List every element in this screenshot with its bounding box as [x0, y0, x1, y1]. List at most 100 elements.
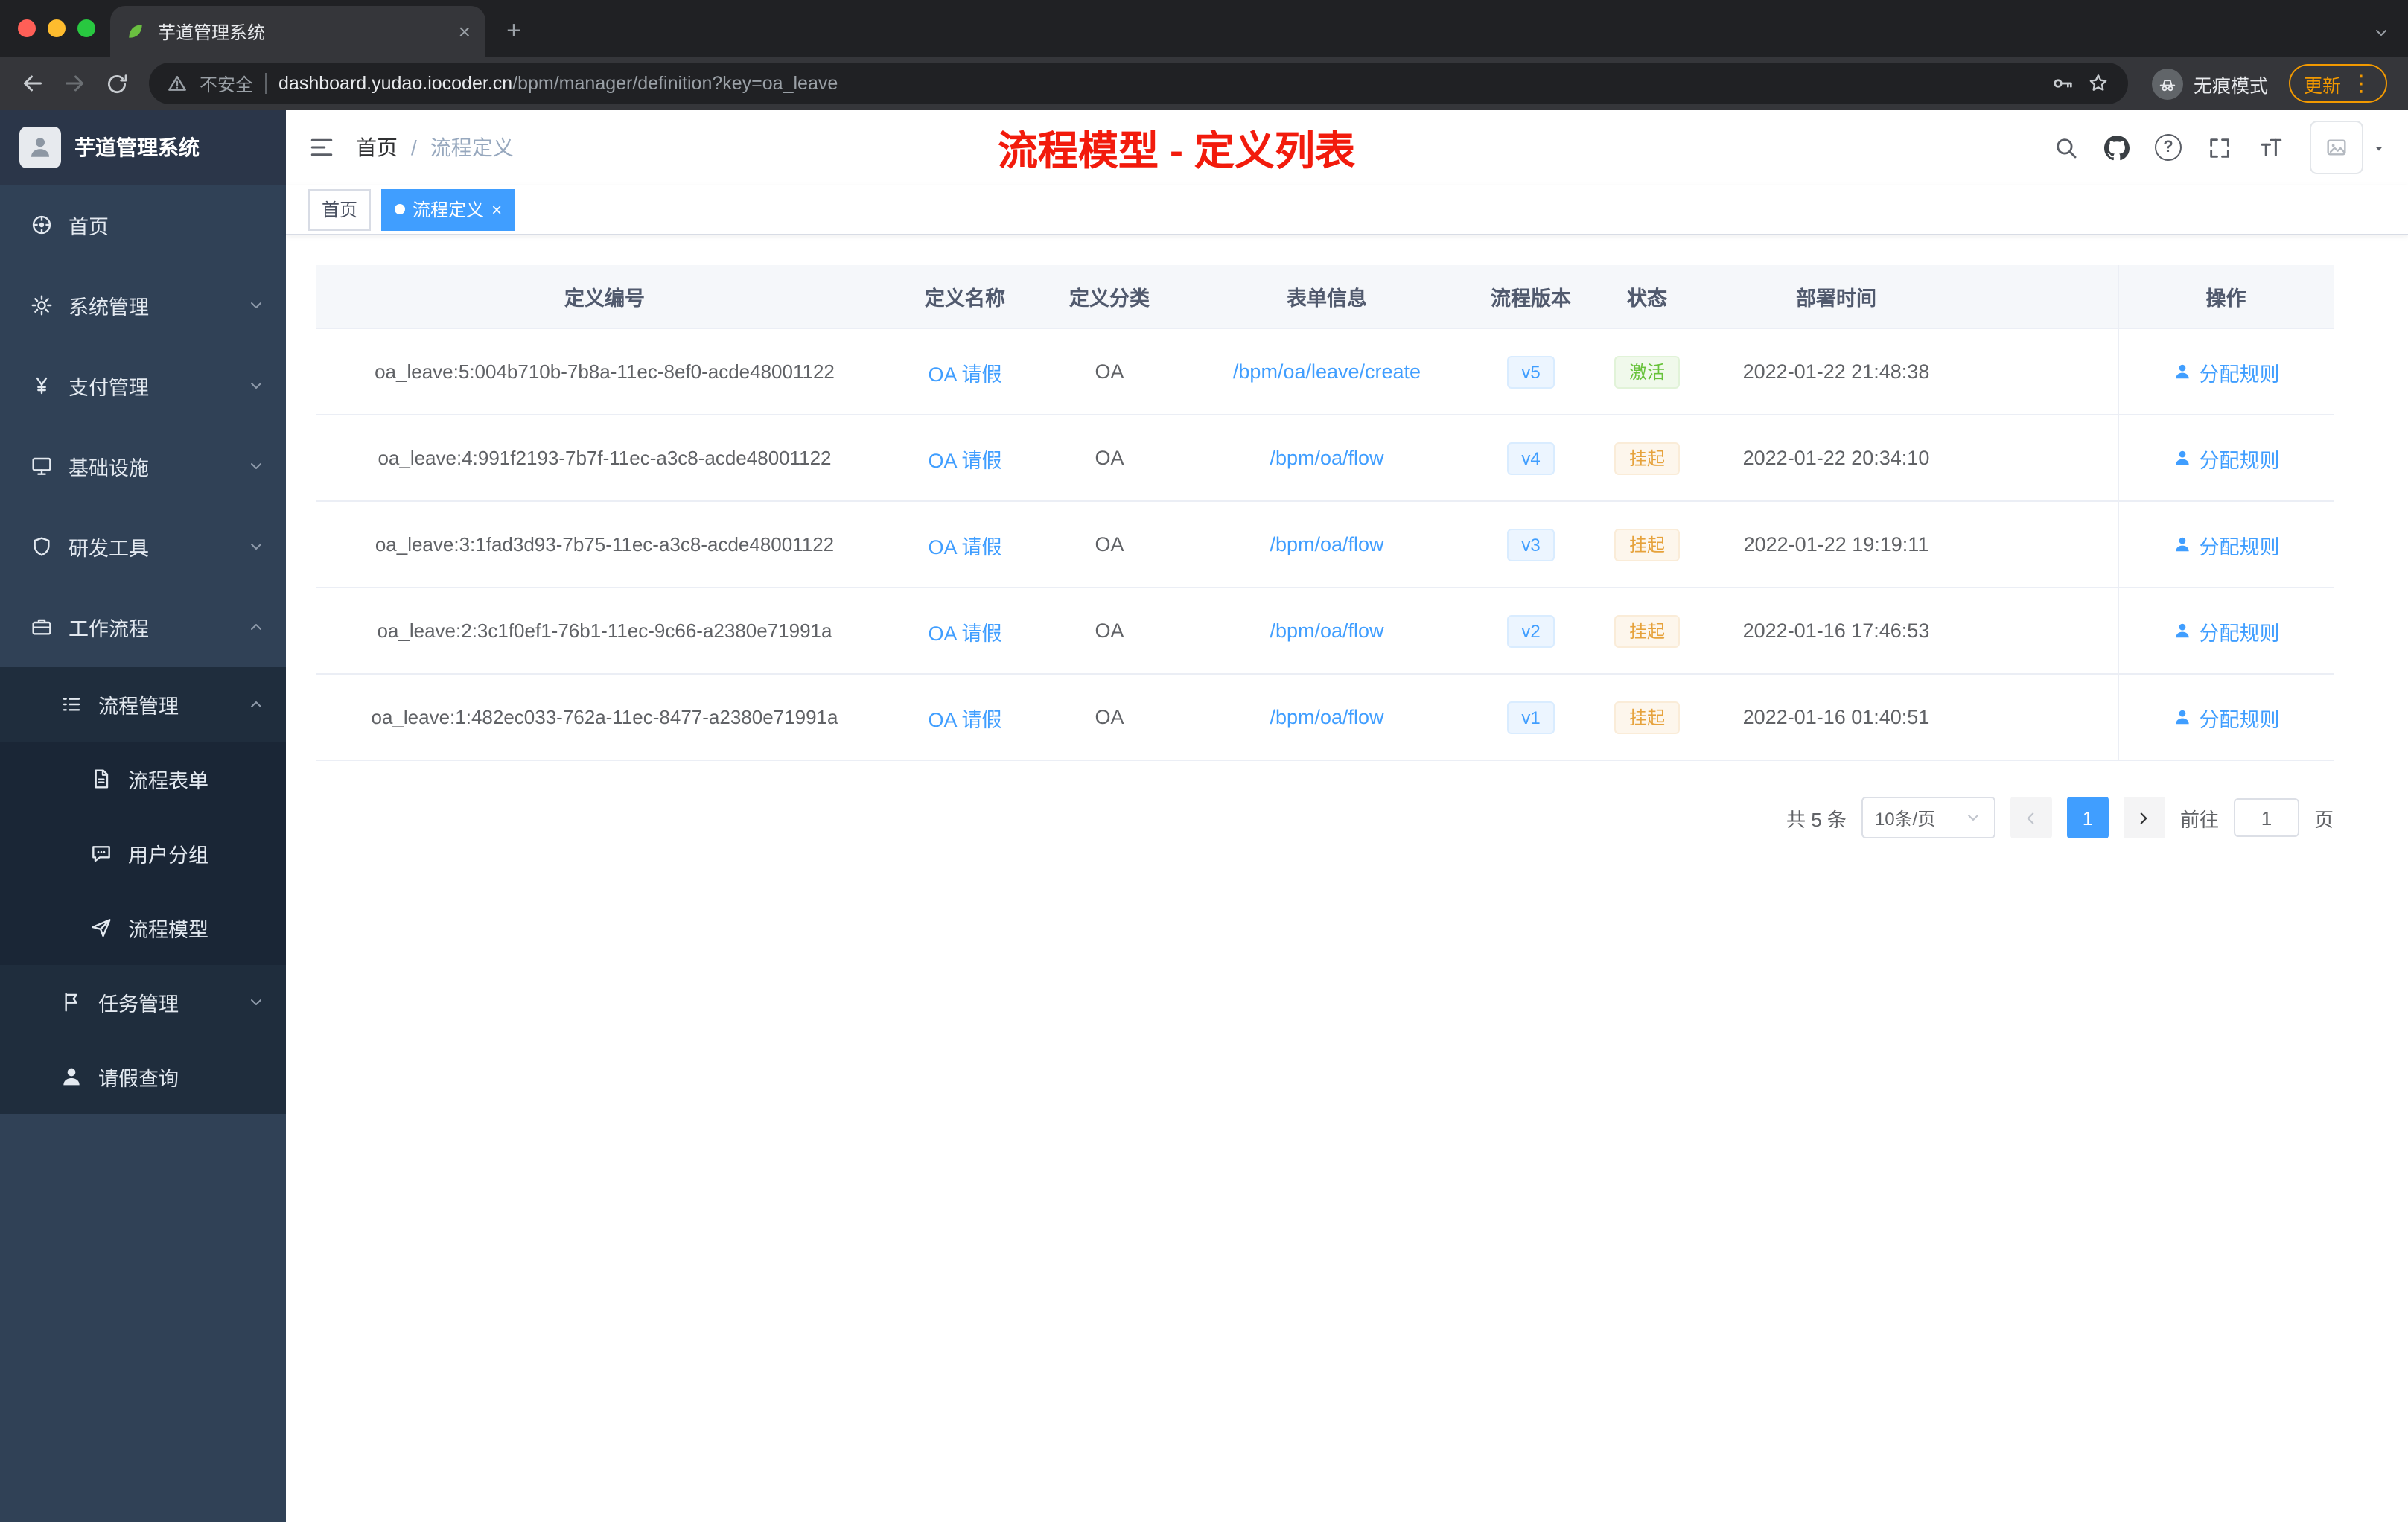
update-label: 更新 — [2303, 75, 2341, 96]
sidebar-item-label: 用户分组 — [128, 844, 208, 867]
definition-name-link[interactable]: OA 请假 — [928, 535, 1001, 558]
tag-home[interactable]: 首页 — [308, 188, 372, 230]
process-version-cell: v3 — [1471, 501, 1590, 588]
page-size-select[interactable]: 10条/页 — [1861, 797, 1995, 838]
form-info-cell: /bpm/oa/flow — [1182, 415, 1471, 502]
definition-name-cell: OA 请假 — [894, 415, 1036, 502]
new-tab-button[interactable]: + — [494, 12, 533, 51]
reload-button[interactable] — [95, 63, 137, 104]
sidebar-item-user-group[interactable]: 用户分组 — [0, 816, 286, 891]
version-badge: v5 — [1506, 355, 1555, 388]
form-info-link[interactable]: /bpm/oa/flow — [1270, 447, 1383, 469]
assign-rule-label: 分配规则 — [2199, 449, 2280, 471]
definition-name-link[interactable]: OA 请假 — [928, 449, 1001, 471]
sidebar-item-infrastructure[interactable]: 基础设施 — [0, 426, 286, 506]
search-button[interactable] — [2054, 135, 2079, 160]
version-badge: v4 — [1506, 442, 1555, 474]
document-icon — [89, 767, 113, 791]
sidebar-item-label: 流程模型 — [128, 919, 208, 941]
process-version-cell: v1 — [1471, 674, 1590, 761]
user-avatar-menu[interactable] — [2310, 121, 2387, 174]
form-info-link[interactable]: /bpm/oa/flow — [1270, 620, 1383, 642]
breadcrumb: 首页 / 流程定义 — [356, 133, 514, 162]
main-area: 首页 / 流程定义 流程模型 - 定义列表 ? 首页 流程定义 × 定义编号 定… — [286, 110, 2408, 1522]
tab-search-chevron-icon[interactable] — [2372, 24, 2390, 42]
github-icon — [2104, 135, 2130, 160]
column-header: 状态 — [1590, 265, 1704, 329]
sidebar-item-task-management[interactable]: 任务管理 — [0, 965, 286, 1039]
sidebar-item-devtools[interactable]: 研发工具 — [0, 506, 286, 587]
sidebar-item-label: 流程管理 — [98, 695, 179, 718]
status-cell: 激活 — [1590, 328, 1704, 415]
security-label[interactable]: 不安全 — [200, 71, 253, 96]
definition-name-link[interactable]: OA 请假 — [928, 622, 1001, 644]
chevron-down-icon — [247, 538, 265, 555]
sidebar-item-label: 首页 — [69, 216, 109, 238]
tab-title: 芋道管理系统 — [158, 22, 266, 42]
sidebar-item-home[interactable]: 首页 — [0, 185, 286, 265]
sidebar-collapse-button[interactable] — [286, 110, 356, 185]
sidebar-item-workflow[interactable]: 工作流程 — [0, 587, 286, 667]
monitor-icon — [30, 454, 54, 478]
close-tab-icon[interactable]: × — [459, 21, 471, 42]
sidebar-item-process-model[interactable]: 流程模型 — [0, 891, 286, 965]
pagination: 共 5 条 10条/页 1 前往 页 — [316, 797, 2334, 838]
github-button[interactable] — [2104, 135, 2130, 160]
form-info-link[interactable]: /bpm/oa/leave/create — [1233, 360, 1421, 383]
menu-kebab-icon[interactable]: ⋮ — [2350, 70, 2372, 97]
shield-icon — [30, 535, 54, 558]
definition-category-cell: OA — [1036, 588, 1182, 675]
prev-page-button[interactable] — [2010, 797, 2052, 838]
breadcrumb-home[interactable]: 首页 — [356, 133, 398, 162]
goto-label: 前往 — [2179, 808, 2219, 830]
star-icon[interactable] — [2086, 71, 2110, 95]
user-icon — [60, 1065, 83, 1089]
sidebar-item-leave-query[interactable]: 请假查询 — [0, 1039, 286, 1114]
close-tag-icon[interactable]: × — [491, 200, 502, 218]
warning-icon — [167, 73, 188, 94]
definition-table-card: 定义编号 定义名称 定义分类 表单信息 流程版本 状态 部署时间 操作 oa_leave:5… — [316, 265, 2334, 838]
fullscreen-button[interactable] — [2207, 135, 2232, 160]
assign-rule-link[interactable]: 分配规则 — [2173, 529, 2280, 559]
definition-name-link[interactable]: OA 请假 — [928, 708, 1001, 730]
form-info-cell: /bpm/oa/flow — [1182, 501, 1471, 588]
workflow-submenu: 流程管理 流程表单 用户分组 流程模型 任务管理 请假查询 — [0, 667, 286, 1114]
browser-tab[interactable]: 芋道管理系统 × — [110, 6, 485, 57]
incognito-label: 无痕模式 — [2193, 75, 2268, 96]
briefcase-icon — [30, 615, 54, 639]
tag-process-definition[interactable]: 流程定义 × — [381, 188, 516, 230]
form-info-link[interactable]: /bpm/oa/flow — [1270, 706, 1383, 728]
update-button[interactable]: 更新 ⋮ — [2288, 64, 2387, 103]
assign-rule-link[interactable]: 分配规则 — [2173, 616, 2280, 646]
goto-page-input[interactable] — [2233, 798, 2299, 837]
sidebar-item-payment[interactable]: 支付管理 — [0, 346, 286, 426]
next-page-button[interactable] — [2123, 797, 2165, 838]
user-icon — [2173, 362, 2192, 381]
address-bar[interactable]: 不安全 dashboard.yudao.iocoder.cn/bpm/manag… — [149, 63, 2128, 104]
sidebar-item-label: 工作流程 — [69, 618, 149, 640]
definition-name-link[interactable]: OA 请假 — [928, 363, 1001, 385]
fullscreen-icon — [2207, 135, 2232, 160]
chevron-down-icon — [247, 296, 265, 314]
page-number-1[interactable]: 1 — [2066, 797, 2109, 838]
close-window-button[interactable] — [18, 19, 36, 37]
sidebar-item-system[interactable]: 系统管理 — [0, 265, 286, 346]
minimize-window-button[interactable] — [48, 19, 66, 37]
form-info-link[interactable]: /bpm/oa/flow — [1270, 533, 1383, 555]
assign-rule-link[interactable]: 分配规则 — [2173, 443, 2280, 473]
deploy-time-cell: 2022-01-16 01:40:51 — [1704, 674, 1969, 761]
help-icon[interactable]: ? — [2155, 134, 2182, 161]
assign-rule-link[interactable]: 分配规则 — [2173, 357, 2280, 386]
sidebar-item-label: 请假查询 — [98, 1068, 179, 1090]
image-icon — [2325, 136, 2348, 159]
sidebar-item-process-form[interactable]: 流程表单 — [0, 742, 286, 816]
sidebar-item-process-management[interactable]: 流程管理 — [0, 667, 286, 742]
key-icon[interactable] — [2051, 71, 2074, 95]
assign-rule-link[interactable]: 分配规则 — [2173, 702, 2280, 732]
font-size-button[interactable] — [2258, 134, 2284, 161]
back-button[interactable] — [12, 63, 54, 104]
search-icon — [2054, 135, 2079, 160]
browser-tab-strip: 芋道管理系统 × + — [0, 0, 2408, 57]
forward-button[interactable] — [54, 63, 95, 104]
zoom-window-button[interactable] — [77, 19, 95, 37]
